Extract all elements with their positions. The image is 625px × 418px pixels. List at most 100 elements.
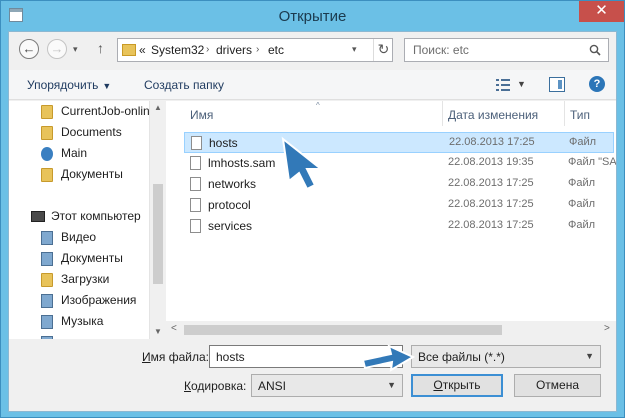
refresh-icon[interactable]: ↻ [373, 39, 393, 61]
file-type: Файл [568, 198, 596, 210]
breadcrumb-etc[interactable]: etc [268, 43, 284, 57]
navigation-scrollbar[interactable]: ▲ ▼ [149, 101, 165, 339]
horizontal-scrollbar[interactable]: < > [166, 321, 616, 339]
library-icon [41, 252, 53, 266]
breadcrumb-drivers[interactable]: drivers [216, 43, 252, 57]
file-date: 22.08.2013 17:25 [448, 198, 534, 210]
address-bar[interactable]: « System32 › drivers › etc ▾ ↻ [117, 38, 393, 62]
column-header-type[interactable]: Тип [565, 101, 615, 126]
file-row-hosts[interactable]: hosts 22.08.2013 17:25 Файл [184, 132, 614, 153]
file-type: Файл "SA [568, 156, 616, 168]
file-row-services[interactable]: services 22.08.2013 17:25 Файл [184, 216, 614, 237]
search-input[interactable]: Поиск: etc [413, 43, 469, 57]
file-name: services [208, 219, 253, 233]
document-icon [190, 177, 201, 191]
sync-folder-icon [41, 147, 53, 161]
pointer-arrow-icon [361, 344, 415, 372]
scroll-left-icon[interactable]: < [171, 323, 177, 334]
scrollbar-thumb[interactable] [153, 184, 163, 284]
breadcrumb-separator-icon[interactable]: › [206, 44, 209, 55]
dialog-window: Открытие ✕ ← → ▾ ↑ « System32 › drivers … [0, 0, 625, 418]
close-button[interactable]: ✕ [579, 1, 624, 22]
file-date: 22.08.2013 17:25 [448, 219, 534, 231]
forward-button[interactable]: → [47, 39, 67, 59]
search-box[interactable]: Поиск: etc [404, 38, 609, 62]
search-icon[interactable] [589, 44, 601, 56]
sidebar-item-main[interactable]: Main [9, 144, 149, 164]
scroll-right-icon[interactable]: > [604, 323, 610, 334]
file-row-lmhosts[interactable]: lmhosts.sam 22.08.2013 19:35 Файл "SA [184, 153, 616, 174]
file-name: hosts [209, 136, 238, 150]
sidebar-item-label: Загрузки [61, 272, 110, 286]
organize-button[interactable]: Упорядочить ▼ [27, 78, 111, 92]
scrollbar-thumb[interactable] [184, 325, 502, 335]
preview-pane-icon[interactable] [549, 77, 565, 92]
encoding-select[interactable]: ANSI ▼ [251, 374, 403, 397]
new-folder-button[interactable]: Создать папку [144, 78, 224, 92]
sidebar-item-label: Documents [61, 125, 122, 139]
sidebar-item-documents[interactable]: Documents [9, 123, 149, 143]
cancel-button[interactable]: Отмена [514, 374, 601, 397]
column-header-date[interactable]: Дата изменения [443, 101, 563, 126]
title-bar[interactable]: Открытие ✕ [1, 1, 624, 31]
scroll-up-icon[interactable]: ▲ [154, 103, 162, 112]
folder-icon [41, 126, 53, 140]
sidebar-item-label: Видео [61, 230, 97, 244]
address-overflow-icon[interactable]: « [139, 43, 146, 57]
computer-icon [31, 211, 45, 222]
help-icon[interactable]: ? [589, 76, 605, 92]
sidebar-item-dokumenty[interactable]: Документы [9, 165, 149, 185]
sidebar-item-label: Этот компьютер [51, 209, 141, 223]
sidebar-item-partial[interactable] [9, 333, 149, 339]
file-type: Файл [568, 219, 596, 231]
document-icon [190, 156, 201, 170]
sidebar-item-label: Документы [61, 167, 123, 181]
file-type: Файл [568, 177, 596, 189]
sidebar-item-music[interactable]: Музыка [9, 312, 149, 332]
scroll-down-icon[interactable]: ▼ [154, 327, 162, 336]
command-bar: Упорядочить ▼ Создать папку ▼ ? [9, 70, 616, 100]
column-header-label: Дата изменения [448, 108, 539, 122]
recent-locations-chevron-icon[interactable]: ▾ [73, 44, 78, 55]
document-icon [191, 136, 202, 150]
sidebar-item-currentjob[interactable]: CurrentJob-onlin [9, 102, 149, 122]
column-header-name[interactable]: Имя [166, 101, 442, 126]
document-icon [190, 219, 201, 233]
sidebar-item-video[interactable]: Видео [9, 228, 149, 248]
filename-label: Имя файла: [142, 350, 209, 364]
folder-icon [41, 105, 53, 119]
column-header-label: Имя [190, 108, 214, 122]
file-date: 22.08.2013 19:35 [448, 156, 534, 168]
file-row-networks[interactable]: networks 22.08.2013 17:25 Файл [184, 174, 614, 195]
open-button[interactable]: Открыть [411, 374, 503, 397]
file-type: Файл [569, 136, 597, 148]
address-dropdown-icon[interactable]: ▾ [352, 44, 357, 55]
sidebar-item-pictures[interactable]: Изображения [9, 291, 149, 311]
sidebar-item-documents-library[interactable]: Документы [9, 249, 149, 269]
sidebar-item-label: Документы [61, 251, 123, 265]
file-date: 22.08.2013 17:25 [448, 177, 534, 189]
organize-label: Упорядочить [27, 78, 99, 92]
window-title: Открытие [278, 8, 347, 25]
sidebar-item-label: Изображения [61, 293, 137, 307]
filename-value: hosts [216, 350, 245, 364]
view-options-icon[interactable] [496, 78, 510, 92]
folder-icon [41, 168, 53, 182]
chevron-down-icon: ▼ [387, 380, 396, 390]
file-date: 22.08.2013 17:25 [449, 136, 535, 148]
view-dropdown-chevron-icon[interactable]: ▼ [517, 79, 526, 89]
filetype-select[interactable]: Все файлы (*.*) ▼ [411, 345, 601, 368]
encoding-label: Кодировка: [184, 379, 247, 393]
pointer-arrow-icon [281, 136, 324, 191]
column-header-label: Тип [570, 108, 591, 122]
back-button[interactable]: ← [19, 39, 39, 59]
sidebar-item-label: Main [61, 146, 88, 160]
file-row-protocol[interactable]: protocol 22.08.2013 17:25 Файл [184, 195, 614, 216]
breadcrumb-separator-icon[interactable]: › [256, 44, 259, 55]
sidebar-item-downloads[interactable]: Загрузки [9, 270, 149, 290]
document-icon [190, 198, 201, 212]
sidebar-item-this-pc[interactable]: Этот компьютер [9, 207, 149, 227]
breadcrumb-system32[interactable]: System32 [151, 43, 204, 57]
up-folder-button[interactable]: ↑ [97, 40, 104, 56]
file-name: networks [208, 177, 257, 191]
